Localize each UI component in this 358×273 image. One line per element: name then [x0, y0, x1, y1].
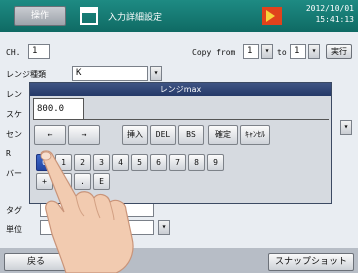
- keypad-title: レンジmax: [30, 83, 331, 96]
- copy-from-dropdown[interactable]: ▾: [261, 44, 273, 59]
- range-type-dropdown[interactable]: ▾: [150, 66, 162, 81]
- cancel-button[interactable]: ｷｬﾝｾﾙ: [240, 125, 270, 145]
- range-type-label: レンジ種類: [6, 70, 46, 79]
- datetime-display: 2012/10/01 15:41:13: [300, 3, 354, 25]
- key-8[interactable]: 8: [188, 154, 205, 171]
- confirm-button[interactable]: 確定: [208, 125, 238, 145]
- to-dropdown[interactable]: ▾: [308, 44, 320, 59]
- cursor-left-button[interactable]: ←: [34, 125, 66, 145]
- alarm-flag-icon[interactable]: [262, 7, 282, 25]
- to-input[interactable]: 1: [290, 44, 306, 59]
- key-9[interactable]: 9: [207, 154, 224, 171]
- to-label: to: [277, 48, 287, 57]
- unit-label: 単位: [6, 225, 22, 234]
- pointing-hand-image: [40, 150, 134, 273]
- screen-title: 入力詳細設定: [108, 13, 163, 23]
- copy-from-label: Copy from: [192, 48, 236, 57]
- side-label-scale: スケ: [6, 110, 22, 119]
- operation-button[interactable]: 操作: [14, 6, 66, 26]
- range-type-input[interactable]: K: [72, 66, 148, 81]
- execute-button[interactable]: 実行: [326, 44, 352, 59]
- side-label-bar: バー: [6, 169, 22, 178]
- backspace-button[interactable]: BS: [178, 125, 204, 145]
- snapshot-button[interactable]: スナップショット: [268, 253, 354, 271]
- window-icon: [80, 7, 98, 25]
- time-text: 15:41:13: [315, 15, 354, 24]
- insert-button[interactable]: 挿入: [122, 125, 148, 145]
- copy-from-input[interactable]: 1: [243, 44, 259, 59]
- tag-label: タグ: [6, 206, 22, 215]
- side-label-r: R: [6, 149, 11, 158]
- keypad-display[interactable]: 800.0: [33, 98, 84, 120]
- cursor-right-button[interactable]: →: [68, 125, 100, 145]
- display-underline: [84, 119, 329, 120]
- date-text: 2012/10/01: [305, 4, 354, 13]
- delete-button[interactable]: DEL: [150, 125, 176, 145]
- ch-input[interactable]: 1: [28, 44, 50, 59]
- ch-label: CH.: [6, 48, 21, 57]
- side-dropdown[interactable]: ▾: [340, 120, 352, 135]
- side-label-sensor: セン: [6, 130, 22, 139]
- side-label-range: レン: [6, 90, 22, 99]
